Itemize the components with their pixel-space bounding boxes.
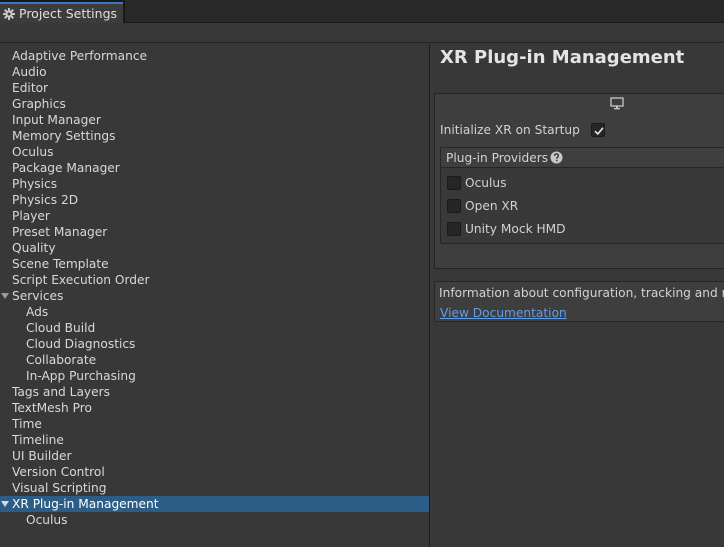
tab-bar: Project Settings [0, 0, 724, 23]
sidebar-item-label: Oculus [26, 513, 68, 527]
sidebar-item-preset-manager[interactable]: Preset Manager [0, 224, 429, 240]
sidebar-item-ui-builder[interactable]: UI Builder [0, 448, 429, 464]
sidebar-item-editor[interactable]: Editor [0, 80, 429, 96]
sidebar-item-services[interactable]: Services [0, 288, 429, 304]
sidebar-item-label: Scene Template [12, 257, 109, 271]
toolbar [0, 23, 724, 43]
sidebar-item-player[interactable]: Player [0, 208, 429, 224]
page-title: XR Plug-in Management [440, 47, 685, 68]
sidebar-item-ads-child[interactable]: Ads [0, 304, 429, 320]
sidebar-item-label: Quality [12, 241, 56, 255]
tab-title: Project Settings [19, 6, 118, 21]
info-text: Information about configuration, trackin… [439, 286, 724, 300]
provider-openxr-label: Open XR [465, 199, 519, 213]
sidebar-item-label: Adaptive Performance [12, 49, 148, 63]
sidebar-item-textmesh-pro[interactable]: TextMesh Pro [0, 400, 429, 416]
sidebar-item-label: Script Execution Order [12, 273, 150, 287]
sidebar-item-label: Cloud Build [26, 321, 96, 335]
info-box: Information about configuration, trackin… [434, 281, 724, 322]
sidebar-item-label: UI Builder [12, 449, 72, 463]
provider-oculus-label: Oculus [465, 176, 507, 190]
sidebar-item-time[interactable]: Time [0, 416, 429, 432]
sidebar-item-label: In-App Purchasing [26, 369, 136, 383]
tab-bar-background [125, 0, 724, 23]
plugin-providers-header: Plug-in Providers [441, 148, 724, 168]
sidebar-item-label: Physics 2D [12, 193, 79, 207]
sidebar-item-script-execution-order[interactable]: Script Execution Order [0, 272, 429, 288]
sidebar-item-label: Version Control [12, 465, 105, 479]
expand-arrow-icon[interactable] [1, 293, 9, 299]
sidebar-item-label: Cloud Diagnostics [26, 337, 136, 351]
sidebar-item-label: Tags and Layers [12, 385, 110, 399]
help-icon[interactable] [550, 151, 563, 164]
sidebar-item-label: Ads [26, 305, 49, 319]
sidebar-item-adaptive-performance[interactable]: Adaptive Performance [0, 48, 429, 64]
sidebar-item-label: Package Manager [12, 161, 120, 175]
xr-settings-box: Initialize XR on Startup Plug-in Provide… [434, 93, 724, 269]
provider-oculus-checkbox[interactable] [447, 176, 461, 190]
sidebar-item-oculus[interactable]: Oculus [0, 144, 429, 160]
sidebar-item-label: XR Plug-in Management [12, 497, 159, 511]
sidebar-item-graphics[interactable]: Graphics [0, 96, 429, 112]
plugin-providers-panel: Plug-in Providers Oculus Open XR Unity M… [440, 147, 724, 244]
sidebar-item-label: Timeline [12, 433, 64, 447]
sidebar-item-label: Visual Scripting [12, 481, 107, 495]
monitor-icon [610, 97, 624, 110]
gear-icon [3, 7, 15, 20]
sidebar-item-memory-settings[interactable]: Memory Settings [0, 128, 429, 144]
settings-content: XR Plug-in Management Initialize XR on S… [430, 44, 724, 547]
sidebar-item-label: Time [12, 417, 42, 431]
initialize-xr-checkbox[interactable] [591, 123, 605, 137]
project-settings-window: Project Settings Adaptive Performance Aud… [0, 0, 724, 547]
initialize-xr-label: Initialize XR on Startup [440, 123, 580, 137]
sidebar-item-in-app-purchasing-child[interactable]: In-App Purchasing [0, 368, 429, 384]
tab-project-settings[interactable]: Project Settings [0, 2, 123, 23]
sidebar-item-label: Editor [12, 81, 49, 95]
plugin-providers-title: Plug-in Providers [446, 151, 549, 165]
sidebar-item-label: Input Manager [12, 113, 101, 127]
view-documentation-link[interactable]: View Documentation [440, 306, 567, 320]
sidebar-item-quality[interactable]: Quality [0, 240, 429, 256]
provider-mock-hmd-checkbox[interactable] [447, 222, 461, 236]
sidebar-item-xr-plug-in-management[interactable]: XR Plug-in Management [0, 496, 429, 512]
sidebar-item-label: Physics [12, 177, 58, 191]
settings-sidebar: Adaptive Performance Audio Editor Graphics I… [0, 44, 429, 547]
sidebar-item-version-control[interactable]: Version Control [0, 464, 429, 480]
sidebar-item-label: Player [12, 209, 50, 223]
sidebar-item-label: Oculus [12, 145, 54, 159]
sidebar-item-label: Collaborate [26, 353, 97, 367]
sidebar-item-scene-template[interactable]: Scene Template [0, 256, 429, 272]
sidebar-item-label: Memory Settings [12, 129, 116, 143]
sidebar-item-cloud-build-child[interactable]: Cloud Build [0, 320, 429, 336]
sidebar-item-timeline[interactable]: Timeline [0, 432, 429, 448]
sidebar-item-collaborate-child[interactable]: Collaborate [0, 352, 429, 368]
sidebar-item-cloud-diagnostics-child[interactable]: Cloud Diagnostics [0, 336, 429, 352]
sidebar-item-input-manager[interactable]: Input Manager [0, 112, 429, 128]
provider-mock-hmd-label: Unity Mock HMD [465, 222, 566, 236]
sidebar-item-label: Audio [12, 65, 47, 79]
checkmark-icon [594, 127, 604, 136]
sidebar-item-label: TextMesh Pro [12, 401, 92, 415]
sidebar-item-label: Graphics [12, 97, 66, 111]
provider-openxr-checkbox[interactable] [447, 199, 461, 213]
sidebar-item-physics[interactable]: Physics [0, 176, 429, 192]
expand-arrow-icon[interactable] [1, 501, 9, 507]
sidebar-item-audio[interactable]: Audio [0, 64, 429, 80]
platform-tab-standalone[interactable] [435, 94, 724, 114]
sidebar-item-package-manager[interactable]: Package Manager [0, 160, 429, 176]
sidebar-item-oculus-child[interactable]: Oculus [0, 512, 429, 528]
sidebar-item-visual-scripting[interactable]: Visual Scripting [0, 480, 429, 496]
sidebar-item-label: Services [12, 289, 64, 303]
sidebar-item-label: Preset Manager [12, 225, 108, 239]
sidebar-item-physics-2d[interactable]: Physics 2D [0, 192, 429, 208]
sidebar-item-tags-and-layers[interactable]: Tags and Layers [0, 384, 429, 400]
